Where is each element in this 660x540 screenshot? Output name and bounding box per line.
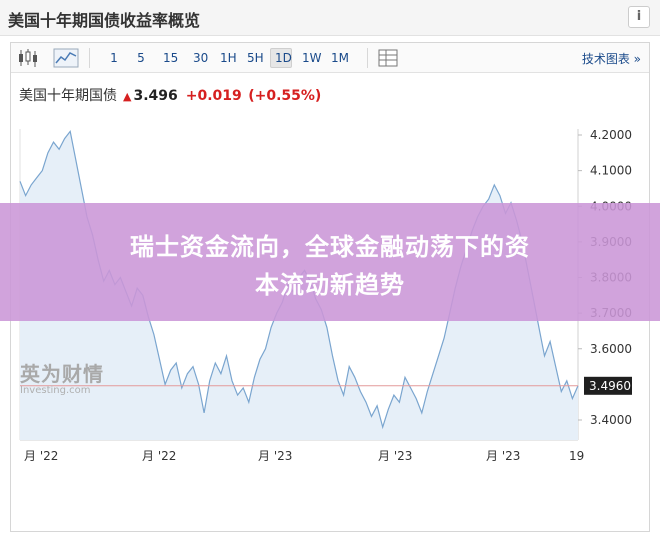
- y-tick-label: 4.1000: [590, 164, 632, 178]
- x-tick-label: 月 '23: [378, 449, 412, 463]
- watermark-logo: 英为财情 Investing.com: [20, 358, 104, 396]
- y-tick-label: 3.6000: [590, 342, 632, 356]
- y-tick-label: 3.4000: [590, 413, 632, 427]
- last-value-label: 3.4960: [589, 379, 631, 393]
- headline-line-1: 瑞士资金流向，全球金融动荡下的资: [130, 233, 530, 261]
- x-tick-label: 月 '22: [24, 449, 58, 463]
- headline-text: 瑞士资金流向，全球金融动荡下的资 本流动新趋势: [40, 228, 620, 304]
- x-tick-label: 19: [569, 449, 584, 463]
- y-tick-label: 4.2000: [590, 128, 632, 142]
- watermark-cn: 英为财情: [20, 362, 104, 386]
- x-tick-label: 月 '23: [486, 449, 520, 463]
- headline-line-2: 本流动新趋势: [255, 271, 405, 299]
- x-tick-label: 月 '23: [258, 449, 292, 463]
- x-tick-label: 月 '22: [142, 449, 176, 463]
